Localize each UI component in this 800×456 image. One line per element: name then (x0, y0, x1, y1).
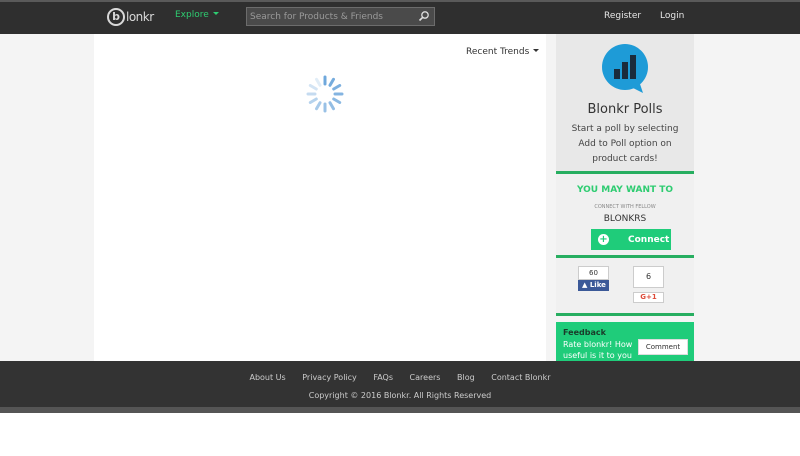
loading-spinner-icon (306, 75, 344, 113)
logo-wordmark: lonkr (126, 10, 154, 24)
facebook-like-button[interactable]: ▲ Like (578, 280, 609, 291)
search-box (246, 7, 435, 26)
footer-link-careers[interactable]: Careers (410, 373, 441, 382)
polls-description: Start a poll by selecting Add to Poll op… (571, 124, 679, 164)
footer-link-blog[interactable]: Blog (457, 373, 475, 382)
trends-label: Recent Trends (466, 47, 530, 57)
facebook-like-label: Like (589, 281, 606, 289)
polls-title: Blonkr Polls (587, 102, 663, 117)
poll-chart-icon (602, 44, 648, 93)
footer-bottom-bar (0, 407, 800, 413)
login-link[interactable]: Login (660, 11, 684, 21)
suggestions-subtitle: CONNECT WITH FELLOW (594, 204, 656, 210)
thumbs-up-icon: ▲ (582, 281, 588, 289)
social-panel (556, 258, 694, 313)
register-link[interactable]: Register (604, 11, 641, 21)
footer (0, 361, 800, 407)
explore-menu[interactable]: Explore (175, 10, 219, 20)
suggestions-subtitle-2: BLONKRS (603, 214, 647, 224)
facebook-like-count: 60 (578, 266, 609, 280)
search-input[interactable] (247, 8, 415, 25)
explore-label: Explore (175, 10, 209, 20)
google-plus-button[interactable]: G+1 (633, 292, 664, 303)
feedback-text: Rate blonkr! How useful is it to you (563, 340, 633, 360)
divider (556, 313, 694, 316)
copyright-text: Copyright © 2016 Blonkr. All Rights Rese… (308, 391, 492, 400)
feedback-title: Feedback (563, 328, 606, 337)
connect-label: Connect (628, 234, 670, 245)
footer-link-privacy[interactable]: Privacy Policy (302, 373, 357, 382)
search-icon[interactable] (418, 10, 430, 22)
comment-button[interactable]: Comment (638, 339, 688, 355)
chevron-down-icon (533, 49, 540, 52)
chevron-down-icon (212, 12, 219, 15)
suggestions-title: YOU MAY WANT TO (576, 185, 674, 195)
blonkr-logo[interactable]: b lonkr (107, 6, 154, 28)
footer-link-contact[interactable]: Contact Blonkr (491, 373, 550, 382)
logo-b-mark: b (107, 8, 125, 26)
footer-link-faqs[interactable]: FAQs (373, 373, 393, 382)
connect-button[interactable]: + Connect (591, 229, 671, 250)
recent-trends-dropdown[interactable]: Recent Trends (466, 47, 540, 57)
google-plus-count: 6 (633, 266, 664, 288)
plus-icon: + (598, 234, 609, 245)
footer-links: About Us Privacy Policy FAQs Careers Blo… (0, 373, 800, 382)
footer-link-about[interactable]: About Us (249, 373, 285, 382)
